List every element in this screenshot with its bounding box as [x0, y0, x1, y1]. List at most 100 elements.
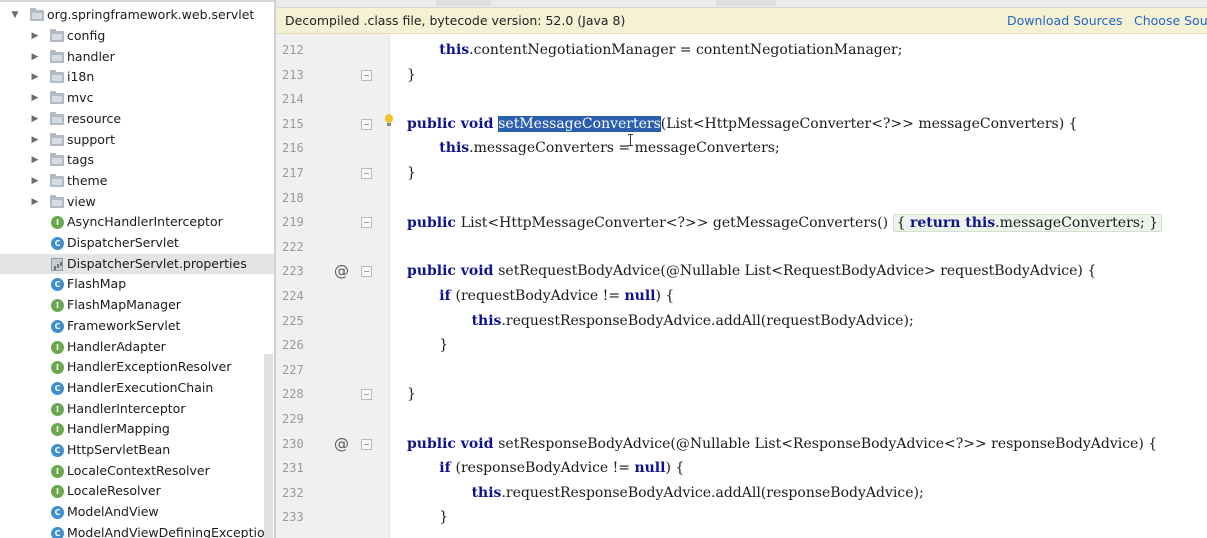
line-number[interactable]: 212 — [282, 43, 306, 57]
fold-toggle-icon[interactable] — [361, 168, 372, 179]
code-text[interactable]: public List<HttpMessageConverter<?>> get… — [407, 214, 1163, 233]
code-line[interactable]: 225 this.requestResponseBodyAdvice.addAll… — [276, 311, 1207, 335]
code-text[interactable]: } — [407, 165, 416, 181]
chevron-right-icon[interactable]: ▶ — [30, 88, 40, 109]
tree-folder-i18n[interactable]: ▶ i18n — [0, 67, 274, 88]
code-line[interactable]: 230 @ public void setResponseBodyAdvice(@N… — [276, 434, 1207, 458]
code-line[interactable]: 214 — [276, 89, 1207, 113]
code-line[interactable]: 227 — [276, 360, 1207, 384]
tree-file-item[interactable]: I FlashMapManager — [0, 295, 274, 316]
line-number[interactable]: 229 — [282, 412, 306, 426]
code-text[interactable]: this.requestResponseBodyAdvice.addAll(re… — [472, 313, 914, 329]
code-line[interactable]: 228} — [276, 384, 1207, 408]
tree-folder-support[interactable]: ▶ support — [0, 130, 274, 151]
chevron-right-icon[interactable]: ▶ — [30, 192, 40, 213]
tree-folder-resource[interactable]: ▶ resource — [0, 109, 274, 130]
tree-file-item[interactable]: C DispatcherServlet — [0, 233, 274, 254]
tree-file-item[interactable]: C ModelAndView — [0, 502, 274, 523]
chevron-right-icon[interactable]: ▶ — [30, 26, 40, 47]
tree-file-item[interactable]: I HandlerExceptionResolver — [0, 357, 274, 378]
code-text[interactable]: this.contentNegotiationManager = content… — [439, 42, 902, 58]
code-line[interactable]: 229 — [276, 409, 1207, 433]
line-number[interactable]: 230 — [282, 437, 306, 451]
folded-region[interactable]: { return this.messageConverters; } — [892, 214, 1163, 233]
line-number[interactable]: 216 — [282, 141, 306, 155]
tree-root-package[interactable]: ▼ org.springframework.web.servlet — [0, 5, 274, 26]
override-marker-icon[interactable]: @ — [334, 262, 349, 280]
code-text[interactable]: this.requestResponseBodyAdvice.addAll(re… — [472, 485, 924, 501]
fold-toggle-icon[interactable] — [361, 438, 372, 450]
tree-folder-config[interactable]: ▶ config — [0, 26, 274, 47]
tree-file-item[interactable]: C ModelAndViewDefiningException — [0, 523, 274, 538]
code-line[interactable]: 219 public List<HttpMessageConverter<?>> … — [276, 212, 1207, 236]
tree-file-item[interactable]: I HandlerMapping — [0, 419, 274, 440]
tree-folder-theme[interactable]: ▶ theme — [0, 171, 274, 192]
code-text[interactable]: public void setMessageConverters(List<Ht… — [407, 115, 1078, 132]
code-line[interactable]: 226} — [276, 335, 1207, 359]
code-line[interactable]: 231 if (responseBodyAdvice != null) { — [276, 458, 1207, 482]
chevron-down-icon[interactable]: ▼ — [10, 5, 20, 26]
code-line[interactable]: 223 @ public void setRequestBodyAdvice(@Nu… — [276, 261, 1207, 285]
fold-toggle-icon[interactable] — [361, 217, 372, 229]
lightbulb-icon[interactable] — [384, 113, 394, 128]
code-text[interactable]: } — [407, 386, 416, 402]
tree-file-item[interactable]: I LocaleContextResolver — [0, 461, 274, 482]
tree-folder-mvc[interactable]: ▶ mvc — [0, 88, 274, 109]
code-line[interactable]: 216 this.messageConverters = messageConve… — [276, 138, 1207, 162]
tree-folder-tags[interactable]: ▶ tags — [0, 150, 274, 171]
line-number[interactable]: 228 — [282, 387, 306, 401]
tree-file-item[interactable]: C FlashMap — [0, 274, 274, 295]
code-line[interactable]: 213} — [276, 65, 1207, 89]
fold-toggle-icon[interactable] — [361, 266, 372, 278]
override-marker-icon[interactable]: @ — [334, 435, 349, 453]
code-text[interactable]: } — [439, 337, 448, 353]
tree-folder-view[interactable]: ▶ view — [0, 192, 274, 213]
line-number[interactable]: 223 — [282, 264, 306, 278]
code-line[interactable]: 212 this.contentNegotiationManager = cont… — [276, 40, 1207, 64]
line-number[interactable]: 215 — [282, 117, 306, 131]
chevron-right-icon[interactable]: ▶ — [30, 150, 40, 171]
line-number[interactable]: 226 — [282, 338, 306, 352]
line-number[interactable]: 225 — [282, 314, 306, 328]
fold-toggle-icon[interactable] — [361, 118, 372, 130]
line-number[interactable]: 218 — [282, 191, 306, 205]
code-line[interactable]: 215 public void setMessageConverters(List… — [276, 113, 1207, 138]
code-text[interactable]: public void setResponseBodyAdvice(@Nulla… — [407, 436, 1157, 452]
tree-file-item[interactable]: C FrameworkServlet — [0, 316, 274, 337]
line-number[interactable]: 224 — [282, 289, 306, 303]
code-editor[interactable]: Decompiled .class file, bytecode version… — [276, 0, 1207, 538]
code-line[interactable]: 232 this.requestResponseBodyAdvice.addAll… — [276, 483, 1207, 507]
code-text[interactable]: } — [407, 67, 416, 83]
line-number[interactable]: 213 — [282, 68, 306, 82]
chevron-right-icon[interactable]: ▶ — [30, 171, 40, 192]
chevron-right-icon[interactable]: ▶ — [30, 67, 40, 88]
chevron-right-icon[interactable]: ▶ — [30, 47, 40, 68]
code-line[interactable]: 222 — [276, 237, 1207, 261]
line-number[interactable]: 222 — [282, 240, 306, 254]
code-text[interactable]: public void setRequestBodyAdvice(@Nullab… — [407, 263, 1096, 279]
tree-file-item[interactable]: DispatcherServlet.properties — [0, 253, 274, 275]
fold-toggle-icon[interactable] — [361, 69, 372, 81]
code-text[interactable]: this.messageConverters = messageConverte… — [439, 140, 779, 156]
tree-file-item[interactable]: I LocaleResolver — [0, 481, 274, 502]
line-number[interactable]: 219 — [282, 215, 306, 229]
chevron-right-icon[interactable]: ▶ — [30, 109, 40, 130]
code-line[interactable]: 218 — [276, 188, 1207, 212]
line-number[interactable]: 232 — [282, 486, 306, 500]
tree-file-item[interactable]: C HandlerExecutionChain — [0, 378, 274, 399]
line-number[interactable]: 217 — [282, 166, 306, 180]
line-number[interactable]: 231 — [282, 461, 306, 475]
tree-scrollbar[interactable] — [264, 354, 273, 538]
code-text[interactable]: if (requestBodyAdvice != null) { — [439, 288, 674, 304]
tree-folder-handler[interactable]: ▶ handler — [0, 47, 274, 68]
tree-file-item[interactable]: I HandlerInterceptor — [0, 399, 274, 420]
fold-toggle-icon[interactable] — [361, 389, 372, 401]
tree-file-item[interactable]: I HandlerAdapter — [0, 337, 274, 358]
line-number[interactable]: 214 — [282, 92, 306, 106]
chevron-right-icon[interactable]: ▶ — [30, 130, 40, 151]
tree-file-item[interactable]: I AsyncHandlerInterceptor — [0, 212, 274, 233]
line-number[interactable]: 227 — [282, 363, 306, 377]
code-line[interactable]: 217} — [276, 163, 1207, 187]
code-text[interactable]: if (responseBodyAdvice != null) { — [439, 460, 684, 476]
code-line[interactable]: 233} — [276, 507, 1207, 531]
